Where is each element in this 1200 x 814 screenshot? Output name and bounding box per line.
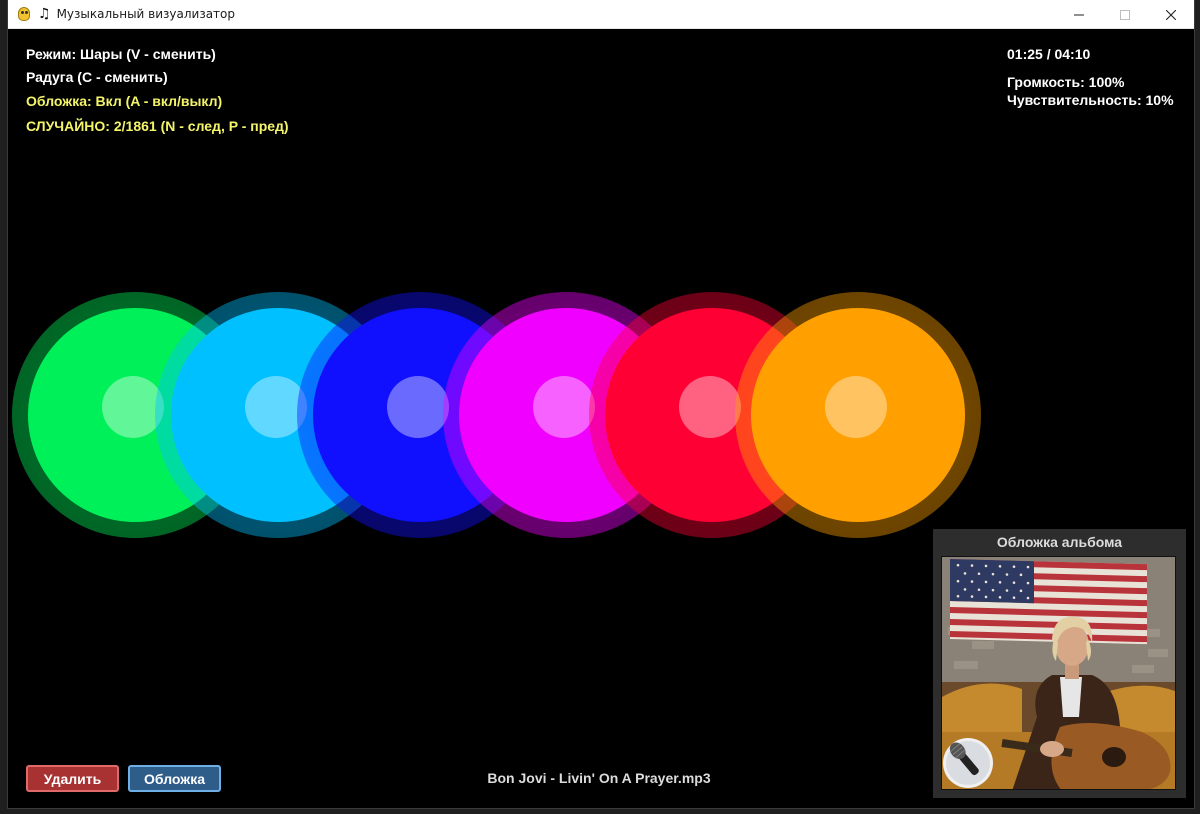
- maximize-icon: [1120, 9, 1130, 20]
- close-icon: [1166, 9, 1176, 20]
- close-button[interactable]: [1148, 0, 1194, 29]
- app-window: ♫ Музыкальный визуализатор Режим: Шары (…: [8, 0, 1194, 808]
- title-bar[interactable]: ♫ Музыкальный визуализатор: [8, 0, 1194, 29]
- album-cover-image: [941, 556, 1176, 790]
- visualizer-canvas[interactable]: Режим: Шары (V - сменить) Радуга (C - см…: [8, 29, 1194, 808]
- track-name: Bon Jovi - Livin' On A Prayer.mp3: [487, 770, 711, 786]
- delete-button[interactable]: Удалить: [26, 765, 119, 792]
- maximize-button[interactable]: [1102, 0, 1148, 29]
- visualizer-orb: [735, 292, 981, 538]
- minimize-button[interactable]: [1056, 0, 1102, 29]
- minimize-icon: [1074, 14, 1084, 15]
- orb-highlight: [679, 376, 741, 438]
- mode-label: Режим: Шары (V - сменить): [26, 46, 216, 62]
- album-cover-title: Обложка альбома: [996, 534, 1123, 550]
- orb-highlight: [825, 376, 887, 438]
- rainbow-label: Радуга (C - сменить): [26, 69, 168, 85]
- cover-status-label: Обложка: Вкл (A - вкл/выкл): [26, 93, 223, 109]
- window-title: Музыкальный визуализатор: [56, 7, 236, 21]
- orb-highlight: [533, 376, 595, 438]
- sensitivity-label: Чувствительность: 10%: [1007, 92, 1174, 108]
- album-cover-panel: Обложка альбома: [933, 529, 1186, 798]
- cover-button[interactable]: Обложка: [128, 765, 221, 792]
- volume-label: Громкость: 100%: [1007, 74, 1125, 90]
- playback-time: 01:25 / 04:10: [1007, 46, 1091, 62]
- music-note-icon: ♫: [38, 6, 51, 22]
- window-controls: [1056, 0, 1194, 29]
- python-icon: [16, 6, 32, 22]
- shuffle-status-label: СЛУЧАЙНО: 2/1861 (N - след, P - пред): [26, 118, 289, 134]
- orb-highlight: [387, 376, 449, 438]
